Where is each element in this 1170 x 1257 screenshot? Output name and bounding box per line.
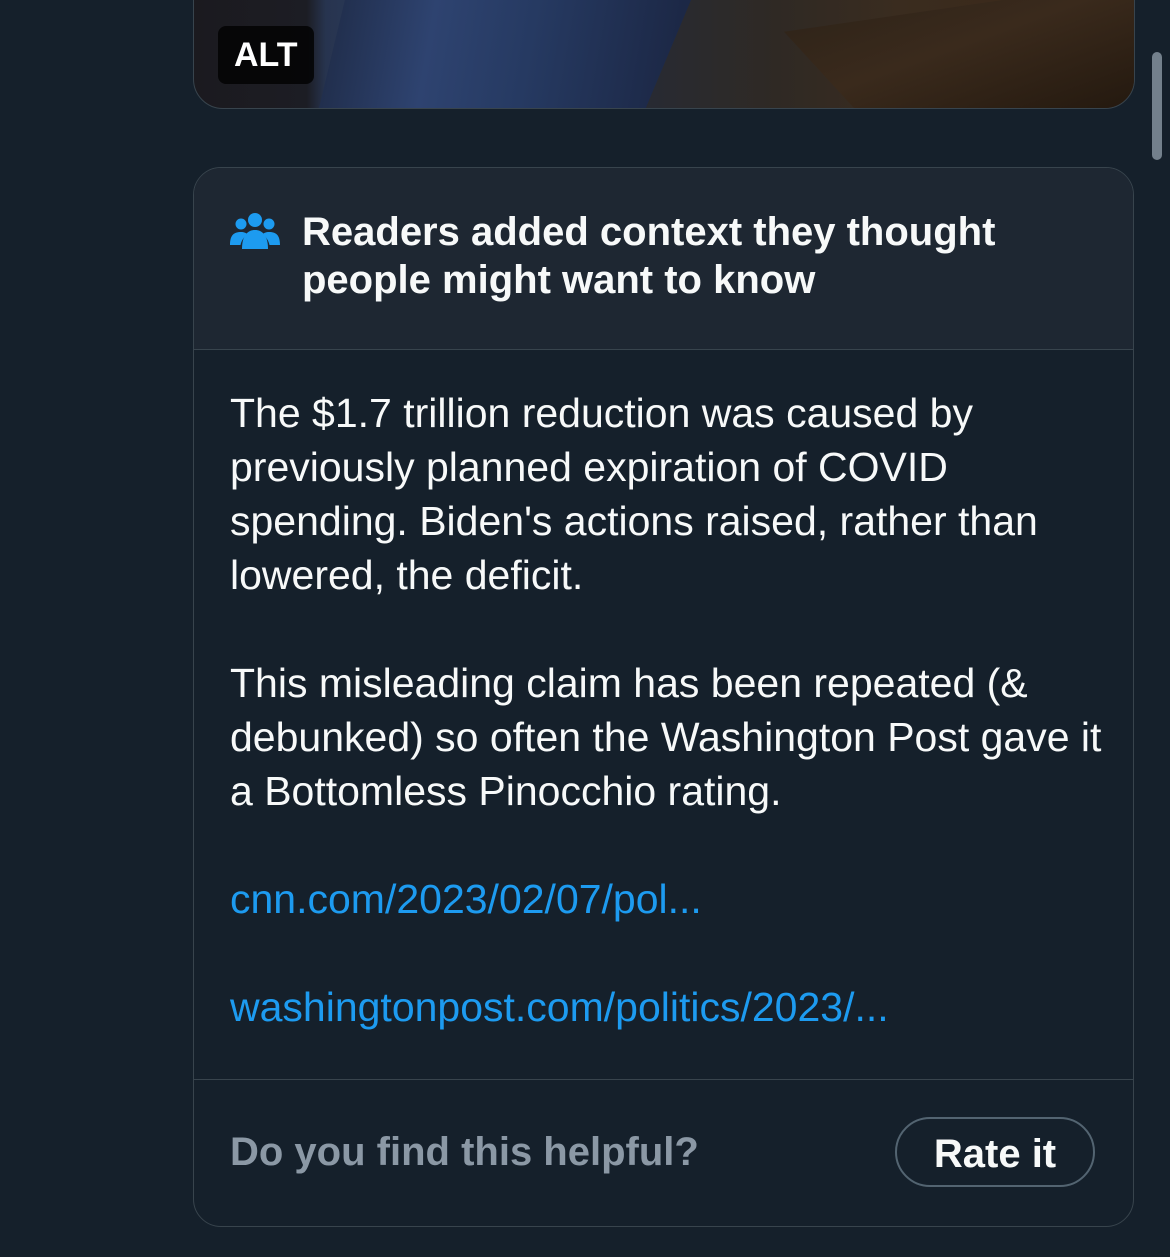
alt-text-badge[interactable]: ALT — [218, 26, 314, 84]
community-note-header[interactable]: Readers added context they thought peopl… — [194, 168, 1133, 350]
source-link-washingtonpost[interactable]: washingtonpost.com/politics/2023/... — [230, 980, 1110, 1034]
helpful-question: Do you find this helpful? — [230, 1130, 699, 1174]
source-link-cnn[interactable]: cnn.com/2023/02/07/pol... — [230, 872, 1110, 926]
community-note-body: The $1.7 trillion reduction was caused b… — [230, 386, 1110, 1034]
people-group-icon — [230, 213, 280, 249]
tweet-detail-page: ALT Readers added context they thought p… — [0, 0, 1170, 1257]
community-note-card: Readers added context they thought peopl… — [193, 167, 1134, 1227]
rate-it-button[interactable]: Rate it — [895, 1117, 1095, 1187]
community-note-footer: Do you find this helpful? Rate it — [194, 1079, 1133, 1226]
scrollbar-thumb[interactable] — [1152, 52, 1162, 160]
media-suit-region — [319, 0, 699, 108]
note-paragraph: The $1.7 trillion reduction was caused b… — [230, 390, 1038, 598]
tweet-media-image[interactable]: ALT — [193, 0, 1135, 109]
note-paragraph: This misleading claim has been repeated … — [230, 660, 1102, 814]
media-sleeve-region — [784, 0, 1134, 108]
community-note-title: Readers added context they thought peopl… — [302, 210, 996, 302]
